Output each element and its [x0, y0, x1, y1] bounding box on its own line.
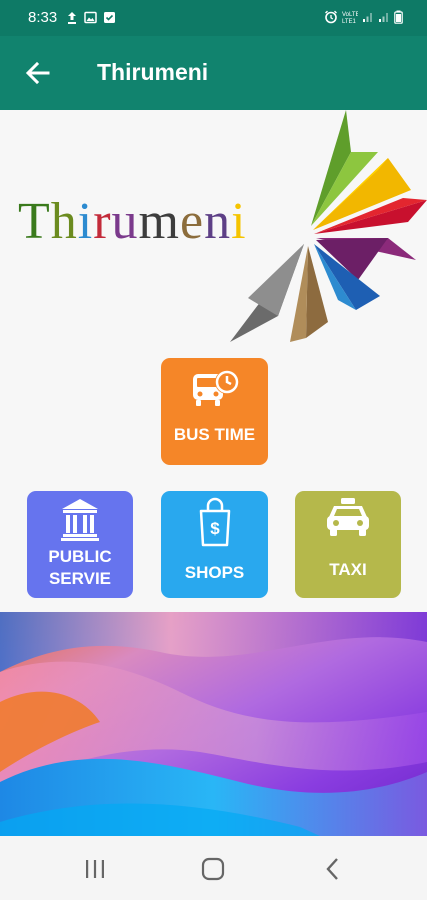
- bank-building-icon: [61, 499, 99, 541]
- main-content: Thirumeni BUS TIME PUBLIC SERVIE $ SHOPS…: [0, 110, 427, 612]
- logo-text: Thirumeni: [18, 192, 247, 251]
- upload-icon: [68, 12, 76, 24]
- svg-text:LTE1: LTE1: [342, 19, 357, 24]
- battery-icon: [394, 10, 403, 24]
- svg-text:$: $: [210, 519, 220, 538]
- bus-time-button[interactable]: BUS TIME: [161, 358, 268, 465]
- logo-fan-icon: [230, 110, 427, 342]
- logo-letter: e: [180, 193, 205, 250]
- public-service-label-line2: SERVIE: [48, 569, 112, 588]
- app-bar: Thirumeni: [0, 36, 427, 110]
- wallpaper-image: [0, 612, 427, 836]
- logo-letter: m: [138, 193, 180, 250]
- alarm-icon: [325, 10, 337, 24]
- signal-icon: [379, 13, 388, 22]
- logo-letter: r: [93, 193, 112, 250]
- bus-clock-icon: [192, 370, 239, 406]
- logo-letter: T: [18, 193, 51, 250]
- arrow-left-icon[interactable]: [24, 59, 52, 87]
- shops-button[interactable]: $ SHOPS: [161, 491, 268, 598]
- svg-text:VoLTE: VoLTE: [342, 12, 358, 18]
- logo-letter: h: [50, 193, 78, 250]
- bus-time-label: BUS TIME: [173, 425, 256, 444]
- system-nav-bar: [0, 836, 427, 900]
- image-icon: [84, 11, 97, 24]
- taxi-button[interactable]: TAXI: [295, 491, 401, 598]
- status-time: 8:33: [28, 9, 58, 26]
- public-service-label-line1: PUBLIC: [48, 547, 112, 566]
- back-icon[interactable]: [320, 856, 346, 882]
- volte-icon: VoLTE LTE1: [342, 12, 358, 24]
- logo-letter: i: [77, 193, 94, 250]
- public-service-button[interactable]: PUBLIC SERVIE: [27, 491, 133, 598]
- status-bar: 8:33 VoLTE LTE1: [0, 0, 427, 36]
- home-icon[interactable]: [200, 856, 226, 882]
- check-square-icon: [104, 12, 115, 23]
- page-title: Thirumeni: [97, 59, 209, 85]
- recents-icon[interactable]: [82, 856, 108, 882]
- signal-icon: [363, 13, 372, 22]
- shopping-bag-icon: $: [199, 497, 230, 547]
- taxi-label: TAXI: [329, 560, 367, 579]
- shops-label: SHOPS: [184, 563, 245, 582]
- taxi-car-icon: [327, 498, 369, 536]
- logo-letter: u: [111, 193, 139, 250]
